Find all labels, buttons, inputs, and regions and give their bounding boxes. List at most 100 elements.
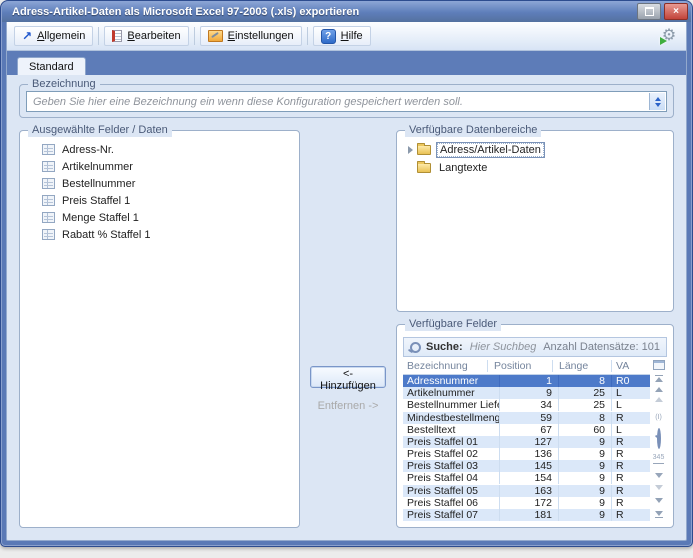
- toolbar-button-einstellungen[interactable]: Einstellungen: [200, 26, 302, 46]
- table-row[interactable]: Preis Staffel 01 127 9 R: [403, 436, 650, 448]
- list-item[interactable]: Menge Staffel 1: [26, 209, 293, 226]
- field-grid-icon: [42, 144, 55, 155]
- table-row[interactable]: Preis Staffel 05 163 9 R: [403, 485, 650, 497]
- expander-icon[interactable]: [403, 146, 417, 154]
- toolbar-label-bearbeiten: Bearbeiten: [127, 30, 180, 42]
- record-count: Anzahl Datensätze: 101: [543, 341, 660, 353]
- tab-standard[interactable]: Standard: [17, 57, 86, 75]
- spin-up-icon: [655, 97, 661, 101]
- move-next-icon[interactable]: [655, 485, 663, 490]
- column-header-laenge[interactable]: Länge: [552, 360, 611, 372]
- maximize-button[interactable]: [637, 3, 661, 20]
- search-icon: [410, 342, 421, 353]
- bezeichnung-combobox: [26, 91, 667, 112]
- titlebar[interactable]: Adress-Artikel-Daten als Microsoft Excel…: [2, 1, 691, 22]
- available-fields-group-label: Verfügbare Felder: [405, 318, 501, 331]
- list-item[interactable]: Bestellnummer: [26, 175, 293, 192]
- table-row[interactable]: Preis Staffel 04 154 9 R: [403, 472, 650, 484]
- toolbar-label-allgemein: Allgemein: [37, 30, 85, 42]
- table-row[interactable]: Adressnummer 1 8 R0: [403, 375, 650, 387]
- spinner-button[interactable]: [649, 93, 665, 110]
- table-row[interactable]: Preis Staffel 03 145 9 R: [403, 460, 650, 472]
- table-row[interactable]: Artikelnummer 9 25 L: [403, 387, 650, 399]
- table-row[interactable]: Bestelltext 67 60 L: [403, 424, 650, 436]
- export-dialog-window: Adress-Artikel-Daten als Microsoft Excel…: [0, 0, 693, 547]
- dialog-content: Bezeichnung Ausgewählte Felder / Daten: [7, 75, 686, 540]
- data-areas-group-label: Verfügbare Datenbereiche: [405, 124, 541, 137]
- toolbar: ↗ Allgemein Bearbeiten Einstellungen ? H…: [7, 22, 686, 51]
- field-grid-icon: [42, 161, 55, 172]
- fields-table: Bezeichnung Position Länge VA Adressnumm…: [403, 359, 650, 521]
- column-chooser-icon[interactable]: [653, 360, 665, 370]
- bezeichnung-group-label: Bezeichnung: [28, 78, 100, 91]
- tree-item-label: Adress/Artikel-Daten: [436, 142, 545, 158]
- run-export-button[interactable]: ⚙: [658, 26, 680, 46]
- list-item-label: Artikelnummer: [62, 161, 133, 173]
- bezeichnung-group: Bezeichnung: [19, 84, 674, 118]
- brackets-icon[interactable]: (I): [655, 414, 662, 422]
- main-columns: Ausgewählte Felder / Daten Adress-Nr. Ar…: [19, 130, 674, 528]
- spin-down-icon: [655, 103, 661, 107]
- toolbar-button-bearbeiten[interactable]: Bearbeiten: [104, 26, 188, 46]
- sort-numeric-icon[interactable]: 345: [653, 454, 665, 464]
- bezeichnung-input[interactable]: [27, 92, 666, 111]
- arrow-up-right-icon: ↗: [22, 30, 32, 42]
- table-row[interactable]: Preis Staffel 02 136 9 R: [403, 448, 650, 460]
- data-areas-group: Verfügbare Datenbereiche Adress/Artikel-…: [396, 130, 674, 312]
- table-row[interactable]: Preis Staffel 06 172 9 R: [403, 497, 650, 509]
- remove-button[interactable]: Entfernen ->: [318, 400, 379, 412]
- available-fields-group: Verfügbare Felder Suche: Anzahl Datensät…: [396, 324, 674, 528]
- field-grid-icon: [42, 212, 55, 223]
- toolbar-separator: [194, 27, 195, 45]
- data-areas-tree: Adress/Artikel-Daten Langtexte: [403, 141, 667, 177]
- transfer-controls: <- Hinzufügen Entfernen ->: [310, 130, 386, 528]
- move-down-icon[interactable]: [655, 498, 663, 503]
- list-item-label: Bestellnummer: [62, 178, 135, 190]
- list-item[interactable]: Adress-Nr.: [26, 141, 293, 158]
- selected-fields-group-label: Ausgewählte Felder / Daten: [28, 124, 172, 137]
- maximize-icon: [645, 7, 654, 16]
- list-item-label: Preis Staffel 1: [62, 195, 130, 207]
- tree-item-langtexte[interactable]: Langtexte: [403, 159, 667, 177]
- search-input[interactable]: [468, 340, 539, 354]
- field-grid-icon: [42, 178, 55, 189]
- list-item[interactable]: Rabatt % Staffel 1: [26, 226, 293, 243]
- window-controls: ×: [637, 3, 688, 20]
- green-play-icon: [660, 37, 667, 45]
- window-title: Adress-Artikel-Daten als Microsoft Excel…: [12, 6, 637, 18]
- add-button[interactable]: <- Hinzufügen: [310, 366, 386, 388]
- tab-strip: Standard: [7, 51, 686, 75]
- tree-item-adress-artikel-daten[interactable]: Adress/Artikel-Daten: [403, 141, 667, 159]
- grid-navigator: (I) 345: [650, 359, 667, 521]
- filter-icon[interactable]: [655, 473, 663, 478]
- column-header-position[interactable]: Position: [487, 360, 552, 372]
- list-item[interactable]: Artikelnummer: [26, 158, 293, 175]
- tree-item-label: Langtexte: [436, 161, 490, 175]
- zoom-icon[interactable]: [657, 430, 661, 448]
- table-row[interactable]: Mindestbestellmenge 59 8 R: [403, 412, 650, 424]
- list-item-label: Adress-Nr.: [62, 144, 114, 156]
- edit-document-icon: [112, 30, 122, 42]
- list-item-label: Menge Staffel 1: [62, 212, 139, 224]
- toolbar-button-hilfe[interactable]: ? Hilfe: [313, 26, 371, 46]
- column-header-va[interactable]: VA: [611, 360, 650, 372]
- close-button[interactable]: ×: [664, 3, 688, 20]
- right-column: Verfügbare Datenbereiche Adress/Artikel-…: [396, 130, 674, 528]
- folder-icon: [417, 145, 431, 155]
- field-grid-icon: [42, 229, 55, 240]
- move-prev-icon[interactable]: [655, 397, 663, 402]
- table-row[interactable]: Preis Staffel 07 181 9 R: [403, 509, 650, 521]
- selected-fields-group: Ausgewählte Felder / Daten Adress-Nr. Ar…: [19, 130, 300, 528]
- toolbar-label-einstellungen: Einstellungen: [228, 30, 294, 42]
- settings-icon: [208, 30, 223, 42]
- move-last-icon[interactable]: [655, 511, 663, 518]
- list-item-label: Rabatt % Staffel 1: [62, 229, 150, 241]
- record-count-value: 101: [642, 341, 660, 353]
- move-first-icon[interactable]: [655, 375, 663, 382]
- column-header-bezeichnung[interactable]: Bezeichnung: [403, 360, 487, 372]
- toolbar-button-allgemein[interactable]: ↗ Allgemein: [14, 26, 93, 46]
- list-item[interactable]: Preis Staffel 1: [26, 192, 293, 209]
- table-row[interactable]: Bestellnummer Lieferant 34 25 L: [403, 399, 650, 411]
- fields-grid: Bezeichnung Position Länge VA Adressnumm…: [403, 359, 667, 521]
- move-up-icon[interactable]: [655, 387, 663, 392]
